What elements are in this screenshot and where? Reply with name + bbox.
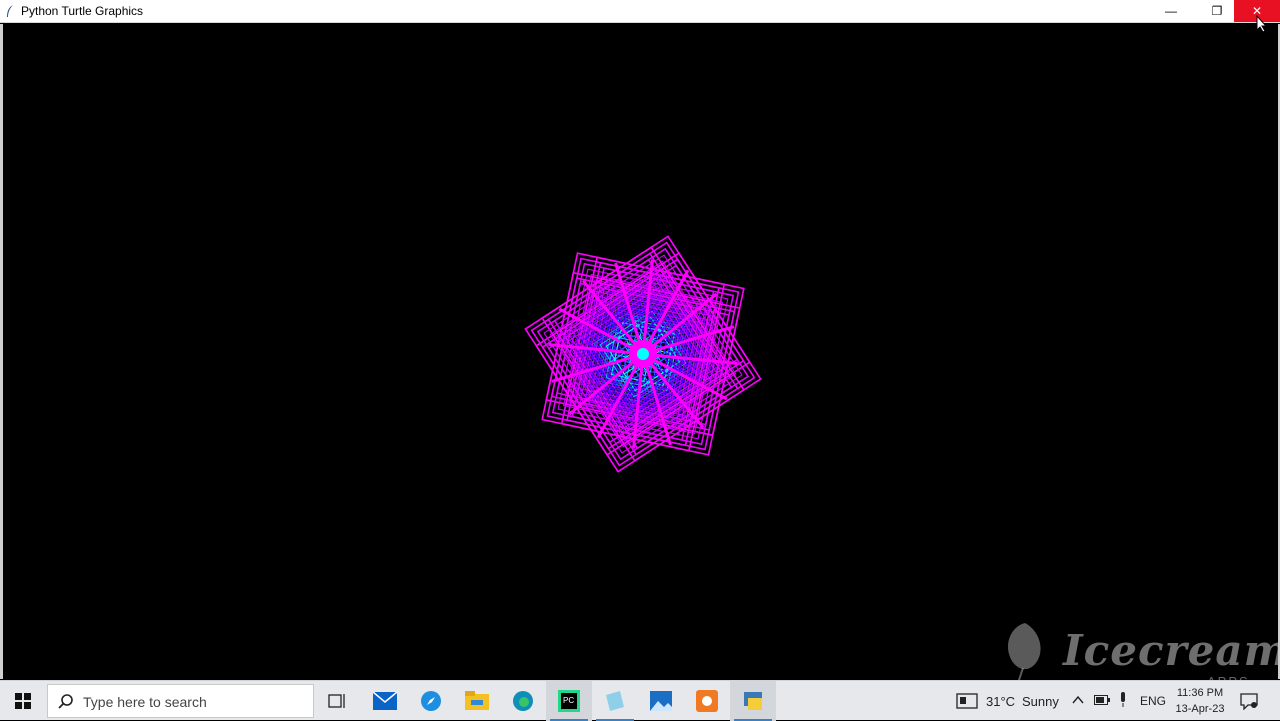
mail-icon xyxy=(373,692,397,710)
chevron-up-icon[interactable] xyxy=(1072,695,1084,705)
restore-icon: ❐ xyxy=(1211,4,1223,18)
notepad-app[interactable] xyxy=(592,681,638,721)
edge-app[interactable] xyxy=(500,681,546,721)
pycharm-app[interactable]: PC xyxy=(546,681,592,721)
search-box[interactable]: Type here to search xyxy=(47,684,314,718)
weather-news-icon xyxy=(956,693,978,709)
windows-icon xyxy=(15,693,31,709)
clock-time: 11:36 PM xyxy=(1176,687,1224,699)
edge-icon xyxy=(513,691,533,711)
python-icon xyxy=(744,692,762,710)
title-bar: Python Turtle Graphics — ❐ ✕ xyxy=(0,0,1280,23)
spiro-center-inner xyxy=(637,348,649,360)
language-indicator[interactable]: ENG xyxy=(1140,694,1166,708)
safari-icon xyxy=(421,691,441,711)
weather-temp[interactable]: 31°C xyxy=(986,694,1015,709)
file-explorer-icon xyxy=(465,691,489,710)
watermark-text: Icecream xyxy=(1063,626,1280,675)
safari-app[interactable] xyxy=(408,681,454,721)
svg-text:PC: PC xyxy=(563,696,574,705)
notifications-icon[interactable] xyxy=(1240,692,1258,710)
watermark-logo-icon xyxy=(1007,623,1041,687)
app-icon xyxy=(696,690,718,712)
photos-icon xyxy=(650,691,672,711)
icecream-watermark: Icecream APPS xyxy=(995,618,1280,689)
turtle-canvas[interactable] xyxy=(3,24,1278,679)
window-title: Python Turtle Graphics xyxy=(21,4,144,18)
search-placeholder: Type here to search xyxy=(83,694,207,710)
spirograph-squares xyxy=(524,235,762,473)
clock[interactable]: 11:36 PM 13-Apr-23 xyxy=(1170,685,1230,717)
spirograph-drawing xyxy=(524,235,762,473)
start-button[interactable] xyxy=(0,681,46,721)
taskbar: Type here to search PC 31°C Sunny ENG 11… xyxy=(0,680,1280,721)
minimize-icon: — xyxy=(1165,4,1177,18)
mouse-cursor-icon xyxy=(1256,15,1268,33)
python-feather-icon xyxy=(7,5,13,17)
notepad-icon xyxy=(606,691,624,711)
clock-date: 13-Apr-23 xyxy=(1175,703,1225,715)
task-view-icon xyxy=(328,694,345,708)
orange-app[interactable] xyxy=(684,681,730,721)
python-app[interactable] xyxy=(730,681,776,721)
task-view-button[interactable] xyxy=(314,681,360,721)
microphone-icon[interactable] xyxy=(1118,692,1128,708)
pycharm-icon: PC xyxy=(558,690,580,712)
search-icon xyxy=(58,694,73,709)
minimize-button[interactable]: — xyxy=(1148,0,1194,22)
file-explorer-app[interactable] xyxy=(454,681,500,721)
mail-app[interactable] xyxy=(362,681,408,721)
photos-app[interactable] xyxy=(638,681,684,721)
battery-icon[interactable] xyxy=(1094,695,1110,705)
weather-text[interactable]: Sunny xyxy=(1022,694,1059,709)
